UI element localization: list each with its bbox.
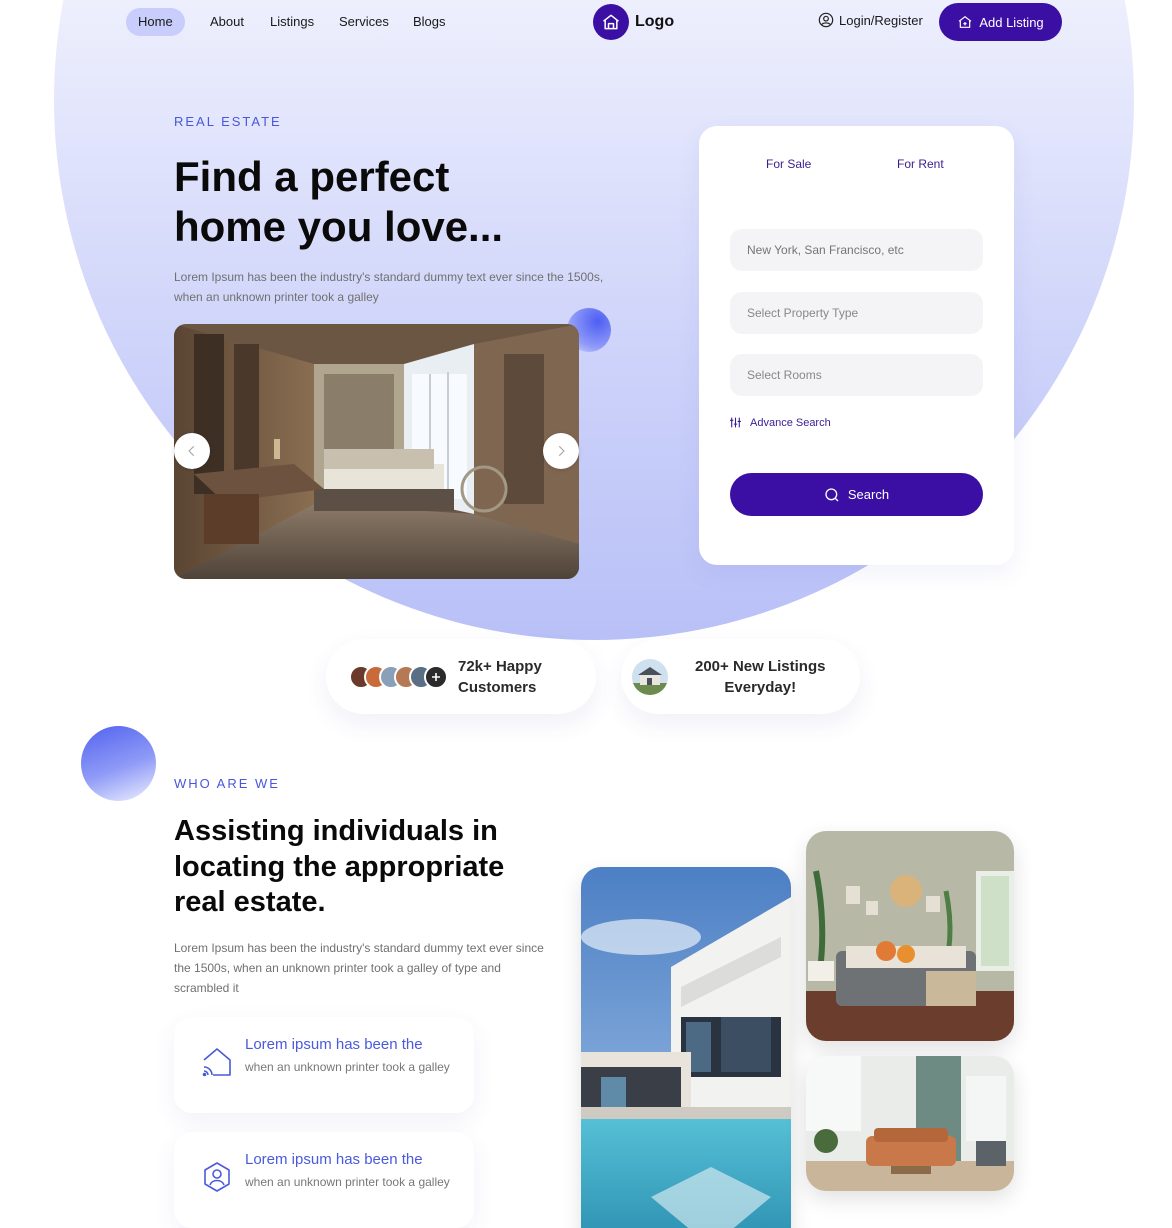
- logo-text: Logo: [635, 13, 675, 30]
- feature-description: when an unknown printer took a galley: [245, 1175, 450, 1189]
- hero-eyebrow: REAL ESTATE: [174, 114, 282, 129]
- nav-item-about[interactable]: About: [210, 8, 244, 36]
- search-button-label: Search: [847, 487, 890, 502]
- listings-stat-line2: Everyday!: [724, 678, 797, 696]
- about-title-line2: locating the appropriate: [174, 850, 505, 883]
- new-listings-card: 200+ New Listings Everyday!: [621, 639, 860, 714]
- hero-title: Find a perfect home you love...: [174, 152, 654, 252]
- tab-for-sale[interactable]: For Sale: [766, 157, 811, 171]
- nav-item-listings[interactable]: Listings: [270, 8, 314, 36]
- add-listing-button[interactable]: Add Listing: [939, 3, 1062, 41]
- add-listing-label: Add Listing: [979, 14, 1044, 30]
- customers-stat-line1: 72k+ Happy: [458, 657, 542, 675]
- hero-title-line2: home you love...: [174, 203, 504, 250]
- search-button[interactable]: Search: [730, 473, 983, 516]
- about-title-line3: real estate.: [174, 886, 326, 918]
- avatar-group: [349, 664, 448, 689]
- about-title-line1: Assisting individuals in: [174, 815, 498, 847]
- about-eyebrow: WHO ARE WE: [174, 776, 280, 791]
- site-logo[interactable]: Logo: [593, 4, 674, 40]
- carousel-prev-button[interactable]: [174, 433, 210, 469]
- nav-item-blogs[interactable]: Blogs: [413, 8, 446, 36]
- hero-description: Lorem Ipsum has been the industry's stan…: [174, 270, 604, 304]
- top-navigation: Home About Listings Services Blogs Logo …: [0, 0, 1172, 44]
- search-icon: [825, 487, 839, 501]
- smart-home-icon: [200, 1045, 234, 1079]
- living-room-photo: [806, 1056, 1014, 1191]
- login-register-label: Login/Register: [839, 12, 923, 28]
- nav-item-home[interactable]: Home: [126, 8, 185, 36]
- hero-title-line1: Find a perfect: [174, 153, 450, 200]
- happy-customers-card: 72k+ Happy Customers: [326, 639, 596, 714]
- property-type-select[interactable]: Select Property Type: [730, 292, 983, 334]
- carousel-next-button[interactable]: [543, 433, 579, 469]
- house-thumbnail: [632, 658, 668, 695]
- decorative-orb-large: [81, 726, 156, 801]
- nav-item-services[interactable]: Services: [339, 8, 389, 36]
- advance-search-label: Advance Search: [750, 416, 831, 429]
- sliders-icon: [730, 417, 741, 428]
- house-plus-icon: [958, 16, 972, 28]
- modern-house-pool-photo: [581, 867, 791, 1228]
- rooms-select[interactable]: Select Rooms: [730, 354, 983, 396]
- feature-description: when an unknown printer took a galley: [245, 1060, 450, 1074]
- plus-icon: [424, 664, 448, 689]
- about-title: Assisting individuals in locating the ap…: [174, 814, 574, 921]
- bedroom-plants-photo: [806, 831, 1014, 1041]
- feature-title: Lorem ipsum has been the: [245, 1151, 423, 1168]
- user-circle-icon: [818, 12, 834, 28]
- customers-stat-line2: Customers: [458, 678, 537, 696]
- tab-for-rent[interactable]: For Rent: [897, 157, 944, 171]
- listings-stat: 200+ New Listings Everyday!: [695, 656, 825, 698]
- hero-bedroom-image: [174, 324, 579, 579]
- house-logo-icon: [593, 4, 629, 40]
- search-card: For Sale For Rent Select Property Type S…: [699, 126, 1014, 565]
- about-description: Lorem Ipsum has been the industry's stan…: [174, 941, 544, 995]
- user-shield-icon: [200, 1160, 234, 1194]
- feature-title: Lorem ipsum has been the: [245, 1036, 423, 1053]
- customers-stat: 72k+ Happy Customers: [458, 656, 542, 698]
- listings-stat-line1: 200+ New Listings: [695, 657, 826, 675]
- login-register-link[interactable]: Login/Register: [818, 12, 923, 28]
- feature-card[interactable]: Lorem ipsum has been the when an unknown…: [174, 1017, 474, 1113]
- location-input[interactable]: [730, 229, 983, 271]
- advance-search-link[interactable]: Advance Search: [729, 416, 831, 429]
- chevron-right-icon: [558, 445, 565, 457]
- chevron-left-icon: [188, 445, 195, 457]
- feature-card[interactable]: Lorem ipsum has been the when an unknown…: [174, 1132, 474, 1228]
